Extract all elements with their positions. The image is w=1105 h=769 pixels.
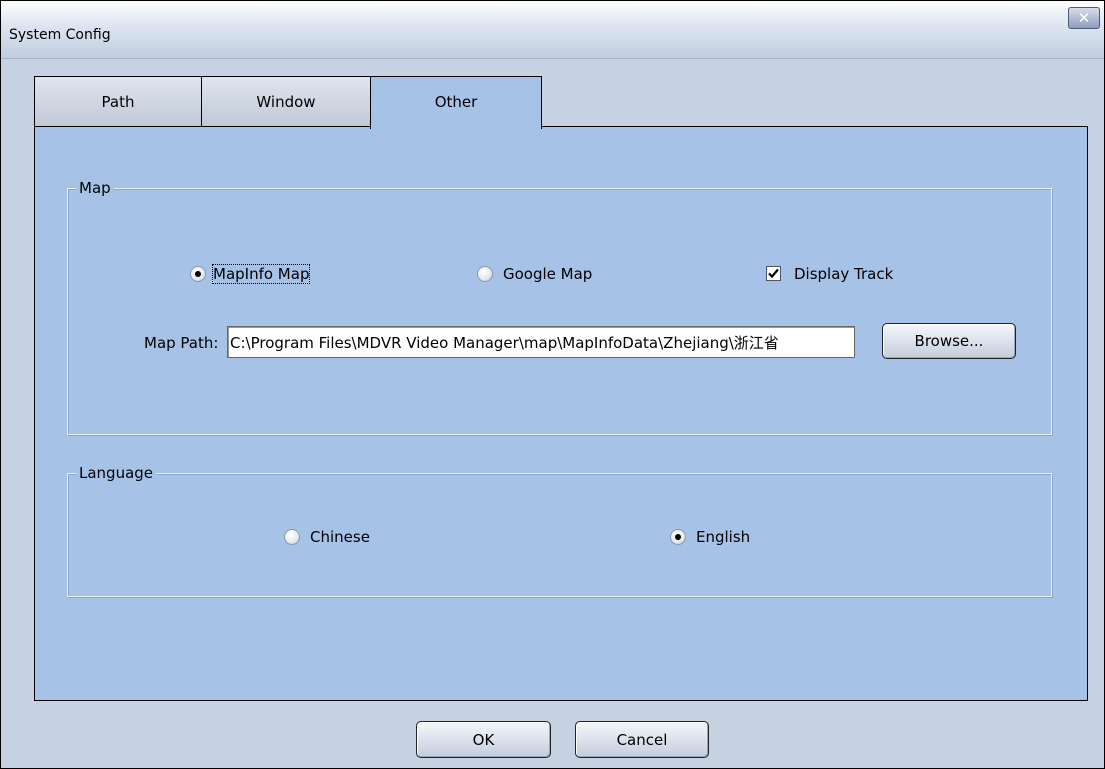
tab-window[interactable]: Window (201, 76, 371, 127)
display-track-label[interactable]: Display Track (794, 265, 893, 283)
map-group: Map (67, 179, 1052, 435)
browse-button[interactable]: Browse... (882, 323, 1016, 359)
tab-path[interactable]: Path (34, 76, 202, 127)
language-group: Language (67, 464, 1052, 597)
map-path-label: Map Path: (144, 334, 219, 352)
chinese-radio[interactable] (284, 529, 300, 545)
close-button[interactable]: ✕ (1068, 7, 1100, 29)
display-track-checkbox[interactable] (766, 266, 781, 281)
tab-panel-other: Map Language (34, 126, 1088, 701)
window-title: System Config (9, 27, 111, 43)
language-group-label: Language (76, 464, 157, 482)
english-label[interactable]: English (696, 528, 750, 546)
google-map-label[interactable]: Google Map (503, 265, 592, 283)
tab-window-label: Window (256, 93, 316, 111)
english-radio[interactable] (670, 529, 686, 545)
chinese-label[interactable]: Chinese (310, 528, 370, 546)
mapinfo-map-radio[interactable] (190, 266, 206, 282)
title-bar: System Config ✕ (1, 1, 1104, 59)
map-group-label: Map (76, 179, 114, 197)
map-path-field[interactable]: C:\Program Files\MDVR Video Manager\map\… (227, 326, 855, 358)
cancel-button[interactable]: Cancel (575, 721, 709, 758)
tab-other[interactable]: Other (370, 76, 542, 129)
tab-other-label: Other (434, 93, 478, 111)
system-config-dialog: System Config ✕ Path Window Other Map La… (0, 0, 1105, 769)
radio-selected-dot (195, 271, 201, 277)
tab-path-label: Path (101, 93, 135, 111)
mapinfo-map-label[interactable]: MapInfo Map (211, 264, 311, 284)
checkmark-icon (768, 268, 779, 279)
close-icon: ✕ (1077, 8, 1091, 27)
google-map-radio[interactable] (477, 266, 493, 282)
ok-button[interactable]: OK (416, 721, 551, 758)
radio-selected-dot (675, 534, 681, 540)
